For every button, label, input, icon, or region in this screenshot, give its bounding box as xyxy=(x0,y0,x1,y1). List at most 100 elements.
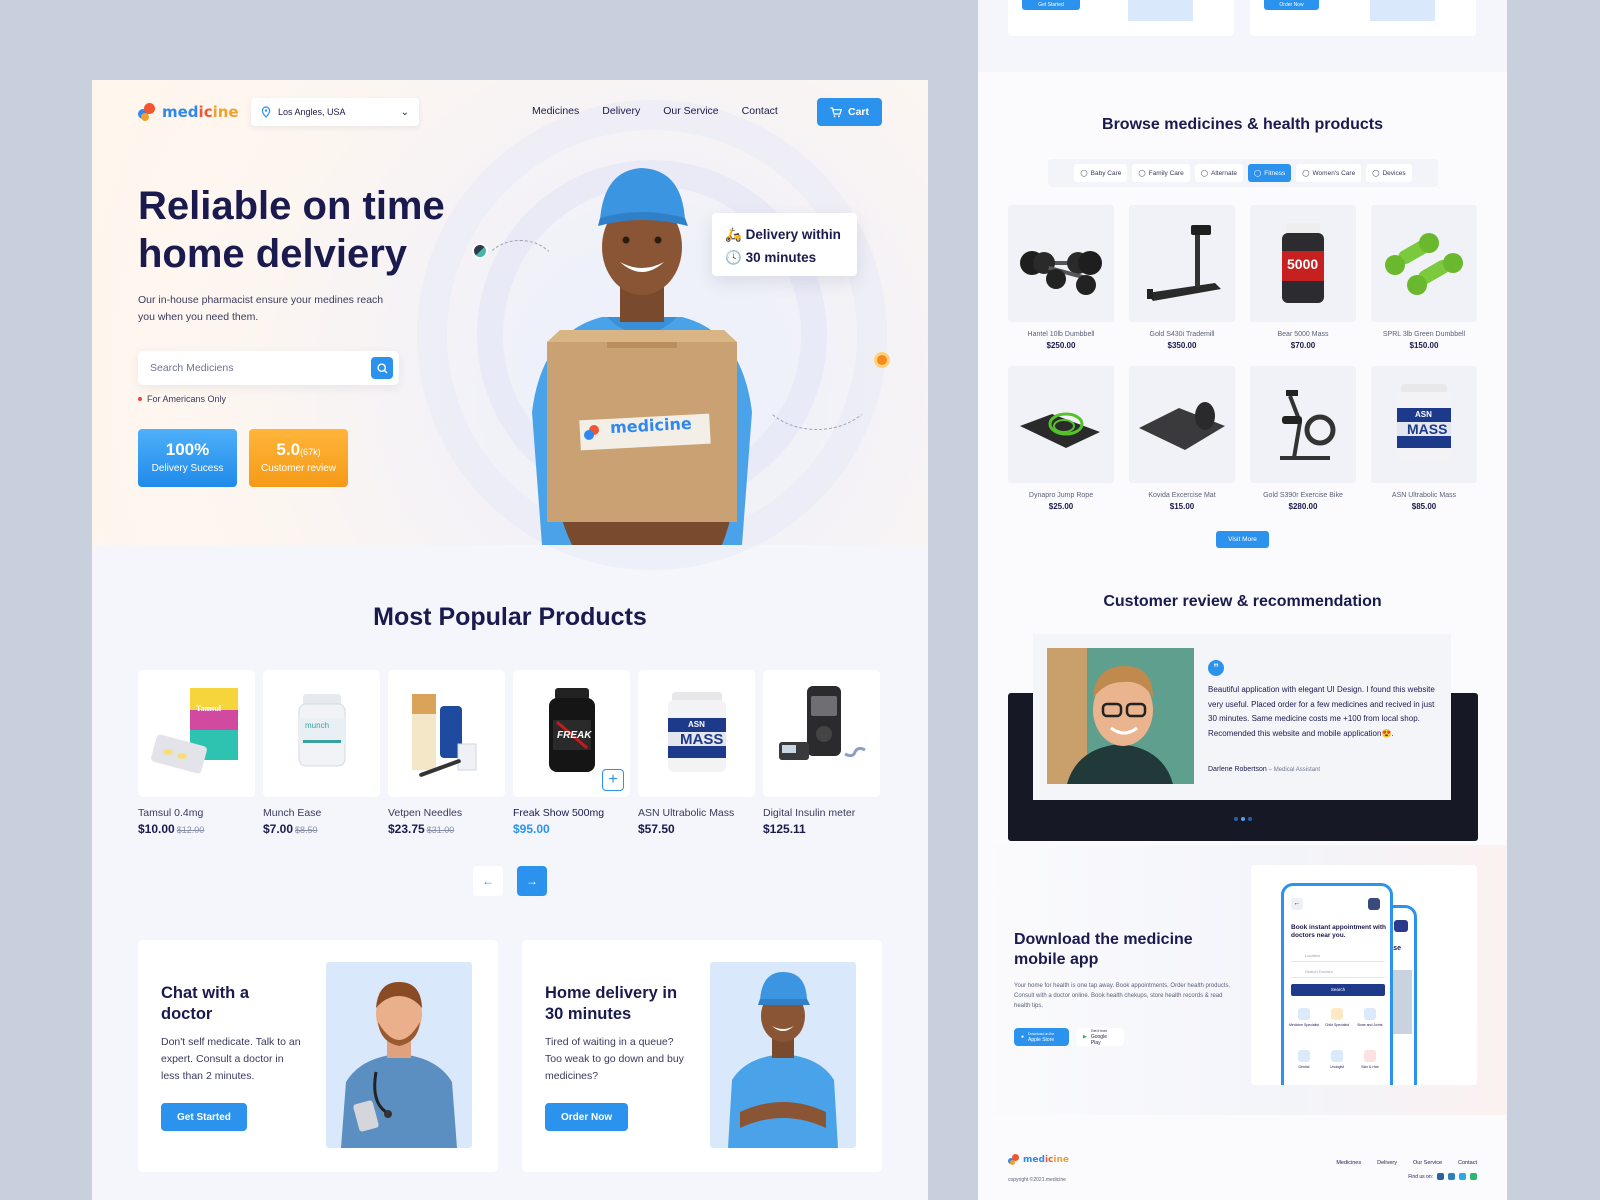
fitness-product-card[interactable]: SPRL 3lb Green Dumbbell $150.00 xyxy=(1371,205,1477,350)
category-child[interactable]: Child Specialist xyxy=(1322,1004,1352,1042)
product-card[interactable]: Tamsul Tamsul 0.4mg $10.00 $12.00 xyxy=(138,670,255,836)
tab-fitness[interactable]: ◯ Fitness xyxy=(1248,164,1292,182)
pill-icon xyxy=(472,243,488,259)
product-card[interactable]: Digital Insulin meter $125.11 xyxy=(763,670,880,836)
carousel-dot[interactable] xyxy=(1248,817,1252,821)
cart-icon xyxy=(830,106,842,117)
facebook-icon[interactable] xyxy=(1437,1173,1444,1180)
skype-icon[interactable] xyxy=(1459,1173,1466,1180)
kidney-icon xyxy=(1331,1050,1343,1062)
copyright: copyright ©2021.medicine xyxy=(1008,1177,1066,1183)
stethoscope-icon xyxy=(1298,1008,1310,1020)
product-label-text: munch xyxy=(305,721,330,730)
child-icon xyxy=(1331,1008,1343,1020)
red-dot-icon xyxy=(138,397,142,401)
skin-icon xyxy=(1364,1050,1376,1062)
review-card: ” Beautiful application with elegant UI … xyxy=(1033,634,1451,800)
category-urologist[interactable]: Urologist xyxy=(1322,1046,1352,1084)
product-image xyxy=(1129,366,1235,483)
product-image xyxy=(763,670,880,797)
delivery-time-card: 🛵 Delivery within 🕓 30 minutes xyxy=(712,213,857,276)
carousel-dot[interactable] xyxy=(1234,817,1238,821)
category-bone[interactable]: Bone and Joints xyxy=(1355,1004,1385,1042)
apple-icon: ● xyxy=(1021,1034,1025,1040)
footer-link-delivery[interactable]: Delivery xyxy=(1377,1160,1397,1166)
get-started-button[interactable]: Get Started xyxy=(1022,0,1080,10)
tab-devices[interactable]: ◯ Devices xyxy=(1366,164,1412,182)
fitness-product-card[interactable]: 5000 Bear 5000 Mass $70.00 xyxy=(1250,205,1356,350)
fitness-product-card[interactable]: Gold S430i Trademill $350.00 xyxy=(1129,205,1235,350)
footer-link-medicines[interactable]: Medicines xyxy=(1336,1160,1361,1166)
nav-contact[interactable]: Contact xyxy=(742,105,778,117)
product-image xyxy=(388,670,505,797)
dumbbell-icon: ◯ xyxy=(1254,170,1262,177)
brand-logo[interactable]: medicine xyxy=(138,101,239,123)
product-image: ASN MASS xyxy=(1371,366,1477,483)
product-label-text: MASS xyxy=(680,731,724,748)
carousel-prev-button[interactable]: ← xyxy=(473,866,503,896)
order-now-button[interactable]: Order Now xyxy=(545,1103,629,1131)
nav-our-service[interactable]: Our Service xyxy=(663,105,718,117)
tab-womens-care[interactable]: ◯ Women's Care xyxy=(1296,164,1362,182)
tab-alternate[interactable]: ◯ Alternate xyxy=(1194,164,1244,182)
hero-title: Reliable on time home delviery xyxy=(138,184,445,276)
previous-section-tail: Get Started Order Now xyxy=(978,0,1507,72)
product-card[interactable]: ASN MASS ASN Ultrabolic Mass $57.50 xyxy=(638,670,755,836)
product-image: Tamsul xyxy=(138,670,255,797)
fitness-product-card[interactable]: Dynapro Jump Rope $25.00 xyxy=(1008,366,1114,511)
fitness-product-card[interactable]: Gold S390r Exercise Bike $280.00 xyxy=(1250,366,1356,511)
menu-icon xyxy=(1394,920,1408,932)
phone-mockup-front: ← Book instant appointment with doctors … xyxy=(1281,883,1393,1085)
app-download-section: Download the medicine mobile app Your ho… xyxy=(978,845,1507,1115)
search-placeholder: Search Mediciens xyxy=(150,362,234,374)
social-links: Find us on: xyxy=(1408,1173,1477,1180)
order-now-button[interactable]: Order Now xyxy=(1264,0,1319,10)
carousel-next-button[interactable]: → xyxy=(517,866,547,896)
location-select[interactable]: Los Angles, USA ⌄ xyxy=(251,98,419,126)
fitness-product-card[interactable]: Hantel 10lb Dumbbell $250.00 xyxy=(1008,205,1114,350)
search-button[interactable] xyxy=(371,357,393,379)
footer-nav: Medicines Delivery Our Service Contact xyxy=(1336,1160,1477,1166)
search-medicines-input[interactable]: Search Mediciens xyxy=(138,351,399,385)
location-field[interactable]: Location xyxy=(1291,950,1385,962)
get-started-button[interactable]: Get Started xyxy=(161,1103,247,1131)
search-icon xyxy=(376,362,387,373)
arrow-right-icon: → xyxy=(526,874,538,888)
footer-logo[interactable]: medicine xyxy=(1008,1153,1069,1166)
category-skin[interactable]: Skin & Hair xyxy=(1355,1046,1385,1084)
category-medicine[interactable]: Medicine Specialist xyxy=(1289,1004,1319,1042)
nav-delivery[interactable]: Delivery xyxy=(602,105,640,117)
baby-icon: ◯ xyxy=(1080,170,1088,177)
stat-delivery-success: 100% Delivery Sucess xyxy=(138,429,237,487)
category-dentist[interactable]: Dentist xyxy=(1289,1046,1319,1084)
add-to-cart-button[interactable]: + xyxy=(602,769,624,791)
popular-products-list: Tamsul Tamsul 0.4mg $10.00 $12.00 munch M… xyxy=(138,670,882,840)
cart-button[interactable]: Cart xyxy=(817,98,882,126)
apple-store-button[interactable]: ● Download on the Apple Store xyxy=(1014,1028,1069,1046)
fitness-product-card[interactable]: Kovida Excercise Mat $15.00 xyxy=(1129,366,1235,511)
tab-baby-care[interactable]: ◯ Baby Care xyxy=(1074,164,1128,182)
product-card[interactable]: Vetpen Needles $23.75 $31.00 xyxy=(388,670,505,836)
review-title: Customer review & recommendation xyxy=(1103,593,1382,610)
google-play-button[interactable]: ▶ Get it from Google Play xyxy=(1076,1028,1124,1046)
product-card[interactable]: munch Munch Ease $7.00 $8.50 xyxy=(263,670,380,836)
nav-medicines[interactable]: Medicines xyxy=(532,105,579,117)
product-label-text: Tamsul xyxy=(196,704,222,713)
product-card[interactable]: FREAK + Freak Show 500mg $95.00 xyxy=(513,670,630,836)
whatsapp-icon[interactable] xyxy=(1470,1173,1477,1180)
phone-search-button[interactable]: Search xyxy=(1291,984,1385,996)
visit-more-button[interactable]: Visit More xyxy=(1216,531,1269,548)
promo-chat-doctor: Chat with a doctor Don't self medicate. … xyxy=(138,940,498,1172)
footer-link-our-service[interactable]: Our Service xyxy=(1413,1160,1442,1166)
product-image xyxy=(1008,366,1114,483)
woman-icon: ◯ xyxy=(1302,170,1310,177)
fitness-product-card[interactable]: ASN MASS ASN Ultrabolic Mass $85.00 xyxy=(1371,366,1477,511)
search-doctors-field[interactable]: Search Doctors xyxy=(1291,966,1385,978)
linkedin-icon[interactable] xyxy=(1448,1173,1455,1180)
logo-pills-icon xyxy=(1008,1153,1020,1166)
carousel-dot-active[interactable] xyxy=(1241,817,1245,821)
review-carousel-dots[interactable] xyxy=(1234,817,1252,821)
tab-family-care[interactable]: ◯ Family Care xyxy=(1132,164,1190,182)
product-image xyxy=(1250,366,1356,483)
footer-link-contact[interactable]: Contact xyxy=(1458,1160,1477,1166)
